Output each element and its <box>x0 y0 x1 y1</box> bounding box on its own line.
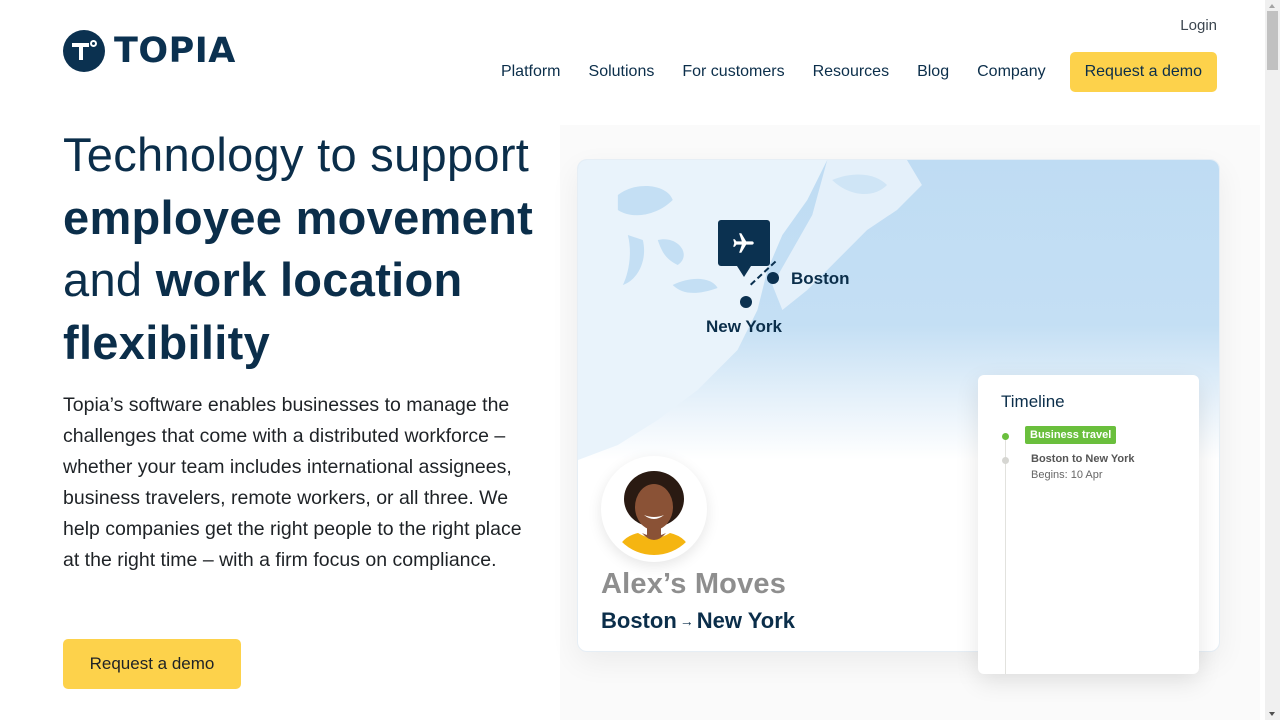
arrow-right-icon: → <box>679 613 694 629</box>
moves-route-from: Boston <box>601 608 677 633</box>
moves-route-to: New York <box>696 608 795 633</box>
hero-request-demo-button[interactable]: Request a demo <box>63 639 241 689</box>
hero-headline: Technology to support employee movement … <box>63 124 553 374</box>
timeline-item-begins: Begins: 10 Apr <box>1031 469 1103 481</box>
topia-logo-icon <box>63 30 105 72</box>
flight-pin <box>718 220 770 277</box>
timeline-dot-active <box>1002 433 1009 440</box>
nav-item-company[interactable]: Company <box>977 52 1045 92</box>
main-nav: Platform Solutions For customers Resourc… <box>501 52 1217 92</box>
map-label-new-york: New York <box>706 317 782 336</box>
nav-item-platform[interactable]: Platform <box>501 52 561 92</box>
moves-route: Boston → New York <box>601 608 795 634</box>
logo-text: TOPIA <box>114 31 236 71</box>
scroll-down-arrow-icon[interactable] <box>1269 712 1275 716</box>
moves-title: Alex’s Moves <box>601 568 787 600</box>
topia-logo[interactable]: TOPIA <box>63 30 236 72</box>
scroll-thumb[interactable] <box>1267 11 1278 70</box>
hero-description: Topia’s software enables businesses to m… <box>63 394 522 571</box>
login-link[interactable]: Login <box>1180 17 1217 34</box>
nav-item-solutions[interactable]: Solutions <box>589 52 655 92</box>
avatar <box>601 456 707 562</box>
page-scrollbar[interactable] <box>1265 0 1280 720</box>
nav-item-resources[interactable]: Resources <box>813 52 889 92</box>
timeline-card: Timeline Business travel Boston to New Y… <box>978 375 1199 674</box>
header-request-demo-button[interactable]: Request a demo <box>1069 52 1217 92</box>
headline-bold1: employee movement <box>63 190 534 244</box>
airplane-icon <box>733 233 754 253</box>
timeline-dot <box>1002 457 1009 464</box>
nav-item-blog[interactable]: Blog <box>917 52 949 92</box>
person-illustration <box>616 471 692 555</box>
boston-dot <box>767 272 779 284</box>
scroll-up-arrow-icon[interactable] <box>1269 4 1275 8</box>
timeline-item-route: Boston to New York <box>1031 453 1135 465</box>
business-travel-badge: Business travel <box>1025 426 1117 444</box>
map-label-boston: Boston <box>791 269 850 288</box>
avatar-photo <box>608 463 700 555</box>
new-york-dot <box>740 296 752 308</box>
timeline-track <box>1005 437 1006 674</box>
nav-item-for-customers[interactable]: For customers <box>682 52 784 92</box>
headline-part2: and <box>63 253 156 306</box>
headline-part1: Technology to support <box>63 128 530 181</box>
timeline-title: Timeline <box>1001 392 1065 411</box>
